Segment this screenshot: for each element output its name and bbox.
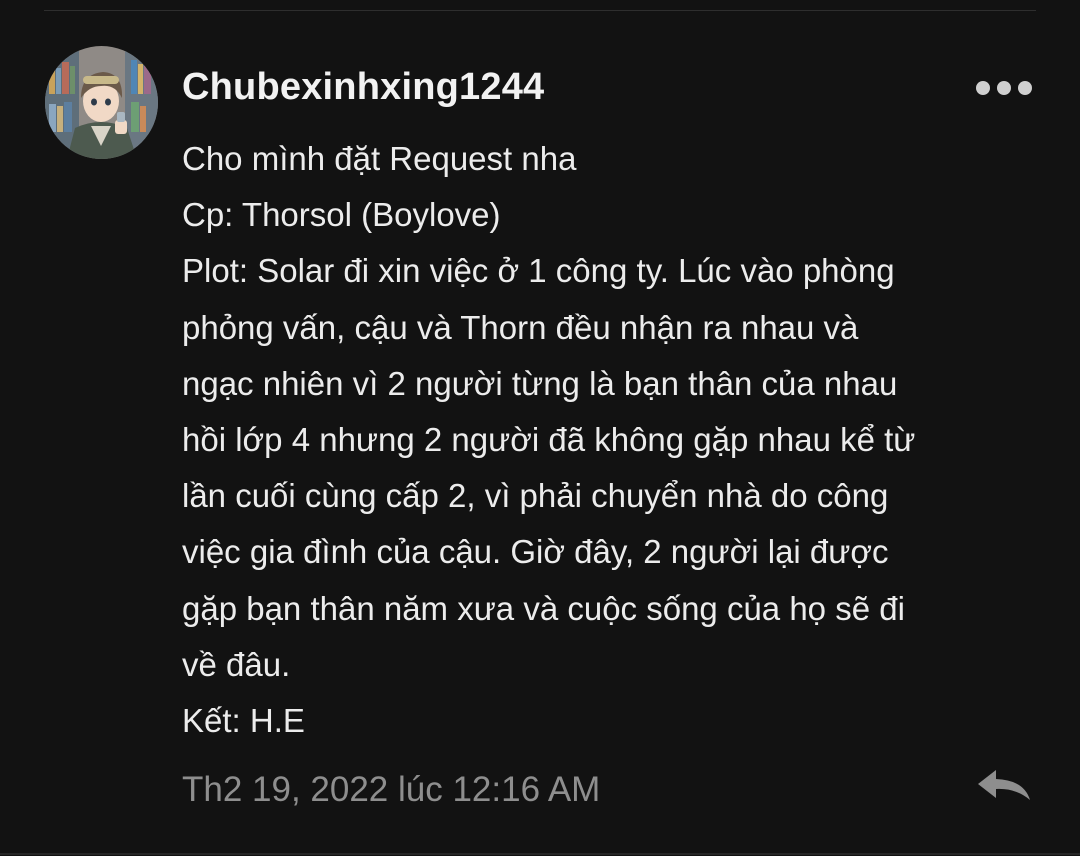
avatar[interactable] <box>45 46 158 159</box>
comment-line: gặp bạn thân năm xưa và cuộc sống của họ… <box>182 589 905 627</box>
comment-line: Plot: Solar đi xin việc ở 1 công ty. Lúc… <box>182 252 895 290</box>
username[interactable]: Chubexinhxing1244 <box>182 66 544 109</box>
comment-line: ngạc nhiên vì 2 người từng là bạn thân c… <box>182 364 898 402</box>
comment-timestamp: Th2 19, 2022 lúc 12:16 AM <box>182 770 601 809</box>
comment-line: Kết: H.E <box>182 701 305 739</box>
reply-arrow-icon <box>978 770 1030 800</box>
more-options-button[interactable] <box>968 72 1040 104</box>
comment-body: Cho mình đặt Request nha Cp: Thorsol (Bo… <box>182 131 1042 749</box>
more-horizontal-icon-dot <box>1018 81 1032 95</box>
comment-line: phỏng vấn, cậu và Thorn đều nhận ra nhau… <box>182 308 859 346</box>
top-divider <box>44 10 1036 11</box>
comment-line: Cho mình đặt Request nha <box>182 140 577 177</box>
more-horizontal-icon-dot <box>997 81 1011 95</box>
comment-line: Cp: Thorsol (Boylove) <box>182 196 501 234</box>
bottom-divider <box>0 853 1080 855</box>
comment-line: hồi lớp 4 nhưng 2 người đã không gặp nha… <box>182 420 916 458</box>
comment-line: lần cuối cùng cấp 2, vì phải chuyển nhà … <box>182 477 889 515</box>
more-horizontal-icon-dot <box>976 81 990 95</box>
comment-line: việc gia đình của cậu. Giờ đây, 2 người … <box>182 533 889 571</box>
avatar-image <box>45 46 158 159</box>
reply-button[interactable] <box>968 760 1040 812</box>
comment-line: về đâu. <box>182 645 291 683</box>
